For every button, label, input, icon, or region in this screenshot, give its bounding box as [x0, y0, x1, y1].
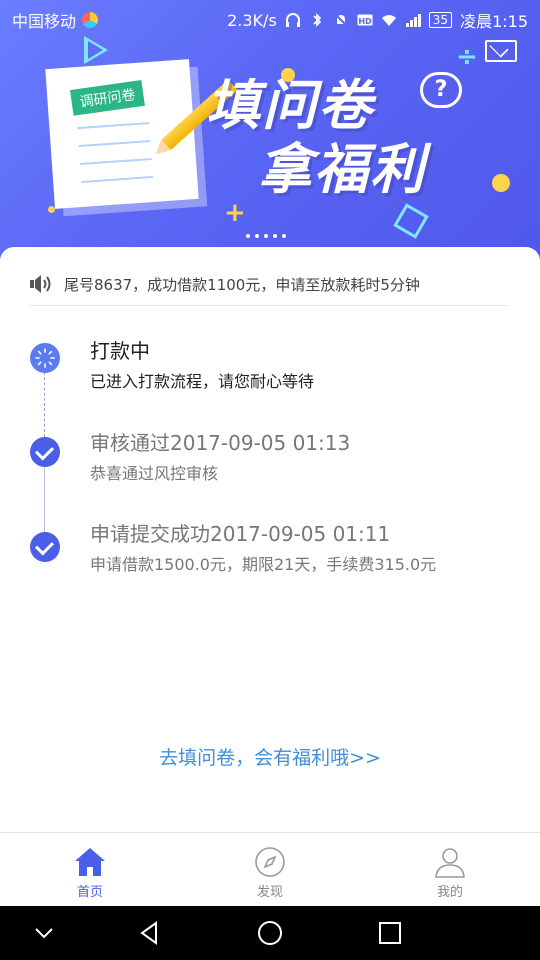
- tab-label: 我的: [436, 884, 463, 900]
- headset-icon: [285, 13, 300, 27]
- speaker-icon: [30, 275, 51, 293]
- check-icon: [30, 437, 60, 467]
- home-circle-icon[interactable]: [256, 919, 284, 947]
- divide-decoration: ÷: [456, 42, 478, 72]
- banner-title-line2: 拿福利: [258, 138, 426, 201]
- notice-text: 尾号8637，成功借款1100元，申请至放款耗时5分钟: [64, 275, 420, 294]
- dot-decoration: [48, 206, 55, 213]
- bottom-tab-bar: 首页 发现 我的: [0, 832, 540, 907]
- status-left: 中国移动: [12, 8, 99, 32]
- paper-line: [81, 175, 154, 183]
- carousel-dot: [255, 234, 259, 238]
- network-speed: 2.3K/s: [227, 10, 277, 30]
- paper-line: [77, 122, 150, 130]
- compass-icon: [255, 846, 285, 877]
- status-bar: 中国移动 2.3K/s HD 35 凌晨1:15: [0, 0, 540, 36]
- wifi-icon: [381, 15, 396, 26]
- tab-label: 发现: [256, 884, 283, 900]
- step-title: 审核通过2017-09-05 01:13: [90, 431, 351, 455]
- system-nav-bar: [0, 906, 540, 960]
- banner-title-line1: 填问卷: [206, 74, 374, 137]
- battery-indicator: 35: [428, 12, 453, 28]
- step-title: 打款中: [90, 339, 150, 363]
- paper-line: [79, 157, 152, 166]
- carousel-dot: [273, 234, 277, 238]
- carrier-label: 中国移动: [12, 12, 77, 31]
- plus-decoration: +: [224, 198, 246, 228]
- diamond-decoration: [393, 203, 429, 239]
- step-subtitle: 申请借款1500.0元，期限21天，手续费315.0元: [90, 555, 437, 574]
- banner-title: 填问卷 拿福利: [206, 74, 426, 202]
- hd-icon: HD: [357, 14, 373, 26]
- step-title: 申请提交成功2017-09-05 01:11: [90, 522, 391, 546]
- tab-mine[interactable]: 我的: [360, 833, 540, 907]
- timeline-connector: [44, 372, 45, 437]
- step-subtitle: 已进入打款流程，请您耐心等待: [90, 372, 315, 391]
- paper-line: [78, 140, 151, 148]
- loan-status-card: 尾号8637，成功借款1100元，申请至放款耗时5分钟 打款中 已进入打款流程，…: [0, 247, 540, 833]
- dot-decoration: [492, 174, 510, 192]
- svg-text:HD: HD: [358, 17, 372, 26]
- status-right: 2.3K/s HD 35 凌晨1:15: [227, 8, 528, 32]
- tab-label: 首页: [76, 884, 103, 900]
- sim-icon: [82, 12, 99, 28]
- home-icon: [75, 847, 105, 876]
- notice-bar: 尾号8637，成功借款1100元，申请至放款耗时5分钟: [30, 263, 508, 306]
- signal-icon: [405, 14, 421, 27]
- chevron-down-icon[interactable]: [30, 919, 58, 947]
- back-icon[interactable]: [136, 919, 164, 947]
- carousel-dot: [246, 234, 250, 238]
- paper-tag: 调研问卷: [69, 80, 145, 116]
- mute-icon: [334, 13, 348, 27]
- check-icon: [30, 532, 60, 562]
- banner[interactable]: 中国移动 2.3K/s HD 35 凌晨1:15 ÷ 调研问卷 + ? 填问卷 …: [0, 0, 540, 262]
- user-icon: [435, 847, 465, 878]
- tab-discover[interactable]: 发现: [180, 833, 360, 907]
- step-subtitle: 恭喜通过风控审核: [90, 464, 219, 483]
- tab-home[interactable]: 首页: [0, 833, 180, 907]
- carousel-dot: [264, 234, 268, 238]
- recents-icon[interactable]: [376, 919, 404, 947]
- timeline-connector: [44, 467, 45, 532]
- question-bubble-icon: ?: [420, 72, 462, 108]
- survey-link[interactable]: 去填问卷，会有福利哦>>: [0, 743, 540, 770]
- clock: 凌晨1:15: [460, 12, 528, 31]
- triangle-decoration: [84, 36, 108, 64]
- step-progress-icon: [30, 343, 60, 373]
- carousel-dot: [282, 234, 286, 238]
- bluetooth-icon: [313, 13, 321, 27]
- loading-icon: [35, 348, 55, 368]
- carousel-indicator[interactable]: [246, 234, 286, 238]
- mail-icon[interactable]: [485, 40, 517, 62]
